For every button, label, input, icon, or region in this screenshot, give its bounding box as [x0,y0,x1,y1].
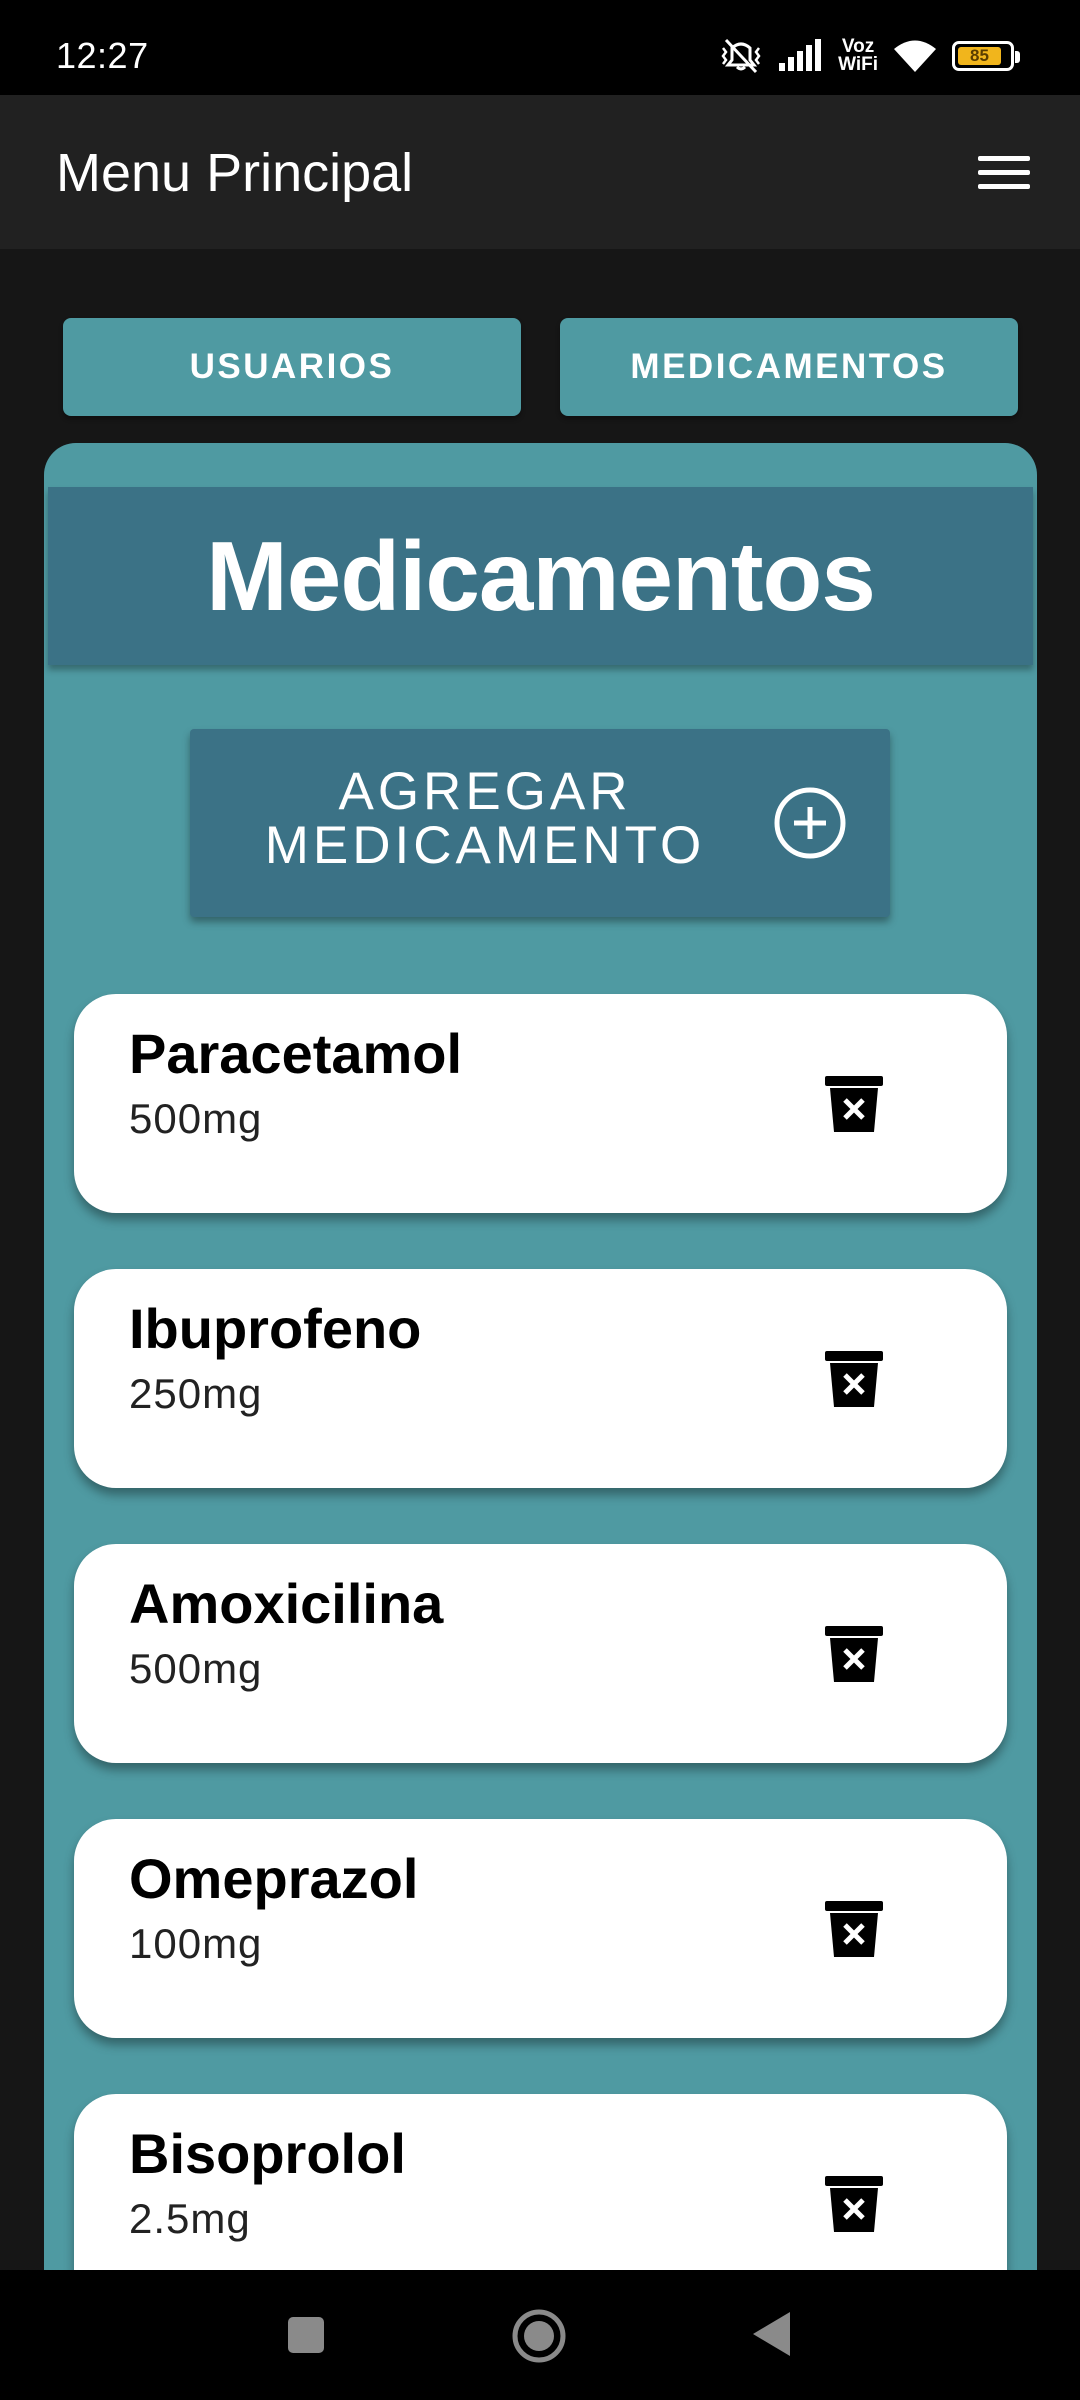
tab-medicamentos[interactable]: MEDICAMENTOS [560,318,1018,416]
battery-icon: 85 [952,41,1020,71]
delete-medication-button[interactable] [814,1339,894,1419]
plus-circle-icon [774,787,846,859]
battery-level: 85 [958,46,1001,65]
panel-title: Medicamentos [206,520,876,631]
delete-medication-button[interactable] [814,1064,894,1144]
wifi-icon [892,38,938,74]
wifi-label: WiFi [838,54,878,75]
hamburger-menu-button[interactable] [968,145,1040,201]
delete-icon [825,1351,883,1407]
tab-usuarios[interactable]: USUARIOS [63,318,521,416]
medication-dose: 250mg [129,1370,263,1417]
medication-card[interactable]: Paracetamol 500mg [74,994,1007,1213]
medications-panel: Medicamentos AGREGAR MEDICAMENTO Paracet… [44,443,1037,2273]
medication-card[interactable]: Bisoprolol 2.5mg [74,2094,1007,2273]
status-bar: 12:27 Voz WiFi 85 [0,0,1080,95]
status-icons: Voz WiFi 85 [718,36,1020,76]
medication-name: Ibuprofeno [129,1297,422,1360]
delete-icon [825,1901,883,1957]
medication-card[interactable]: Omeprazol 100mg [74,1819,1007,2038]
delete-icon [825,1076,883,1132]
home-circle-icon[interactable] [511,2308,567,2364]
medication-card[interactable]: Ibuprofeno 250mg [74,1269,1007,1488]
medication-dose: 2.5mg [129,2195,251,2242]
app-bar: Menu Principal [0,95,1080,249]
add-medication-button[interactable]: AGREGAR MEDICAMENTO [190,729,890,917]
add-medication-label: AGREGAR MEDICAMENTO [230,765,740,873]
add-medication-label-line1: AGREGAR [338,762,632,821]
recents-square-icon[interactable] [286,2315,326,2355]
back-triangle-icon[interactable] [750,2310,792,2358]
medication-name: Bisoprolol [129,2122,406,2185]
medication-dose: 500mg [129,1095,263,1142]
medication-name: Paracetamol [129,1022,463,1085]
medication-dose: 100mg [129,1920,263,1967]
delete-medication-button[interactable] [814,2164,894,2244]
signal-icon [778,39,824,73]
medication-name: Omeprazol [129,1847,419,1910]
medication-card[interactable]: Amoxicilina 500mg [74,1544,1007,1763]
vibrate-muted-icon [718,36,764,76]
medication-dose: 500mg [129,1645,263,1692]
voz-wifi-indicator: Voz WiFi [838,37,878,75]
system-navigation-bar [0,2270,1080,2400]
page-title: Menu Principal [56,143,414,203]
hamburger-menu-icon [978,156,1030,189]
delete-medication-button[interactable] [814,1614,894,1694]
panel-header: Medicamentos [48,487,1033,665]
delete-icon [825,1626,883,1682]
status-time: 12:27 [56,35,149,76]
delete-icon [825,2176,883,2232]
medication-name: Amoxicilina [129,1572,444,1635]
add-medication-label-line2: MEDICAMENTO [264,816,706,875]
delete-medication-button[interactable] [814,1889,894,1969]
